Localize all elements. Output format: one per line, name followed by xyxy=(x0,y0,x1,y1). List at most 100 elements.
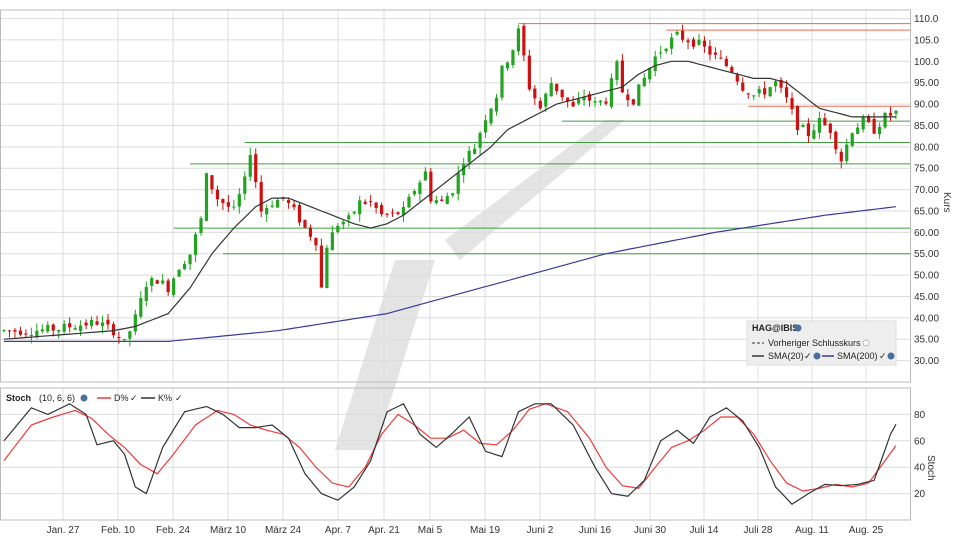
settings-icon[interactable] xyxy=(794,324,802,332)
candle-body xyxy=(702,40,707,47)
candle-body xyxy=(609,78,614,107)
d-check-icon[interactable]: ✓ xyxy=(130,393,138,403)
candle-body xyxy=(768,87,772,97)
candle-body xyxy=(648,67,652,80)
candle-body xyxy=(243,176,247,194)
candle-body xyxy=(478,133,482,148)
candle-body xyxy=(232,206,236,208)
date-tick-label: Juni 2 xyxy=(527,525,554,536)
k-check-icon[interactable]: ✓ xyxy=(175,393,183,403)
candle-body xyxy=(2,330,6,332)
candle-body xyxy=(795,106,800,131)
candle-body xyxy=(276,200,280,208)
stoch-tick-label: 20 xyxy=(914,489,926,500)
candle-body xyxy=(456,173,460,194)
candle-body xyxy=(538,100,542,109)
candle-body xyxy=(412,191,417,195)
legend-box: HAG@IBIS Vorheriger Schlusskurs SMA(20) … xyxy=(746,320,897,366)
sma200-settings-icon[interactable] xyxy=(887,352,895,360)
price-tick-label: 85.00 xyxy=(914,121,939,132)
candle-body xyxy=(555,83,559,92)
candle-body xyxy=(199,218,203,233)
candle-body xyxy=(155,280,159,284)
date-tick-label: Aug. 25 xyxy=(849,525,884,536)
candle-body xyxy=(358,200,362,215)
candle-body xyxy=(888,112,893,116)
stoch-settings-icon[interactable] xyxy=(80,394,88,402)
candle-body xyxy=(593,101,597,103)
candle-body xyxy=(877,126,882,135)
candle-body xyxy=(598,100,603,103)
stoch-axis-label: Stoch xyxy=(925,455,936,481)
candle-body xyxy=(691,39,696,47)
legend-title: HAG@IBIS xyxy=(752,323,798,333)
candle-body xyxy=(188,254,192,265)
candle-body xyxy=(259,182,263,212)
candle-body xyxy=(270,205,274,207)
candle-body xyxy=(445,196,449,205)
candle-body xyxy=(379,205,384,215)
date-tick-label: Juli 14 xyxy=(690,525,719,536)
price-tick-label: 110.0 xyxy=(914,14,939,25)
candle-body xyxy=(544,93,548,107)
candle-body xyxy=(7,330,12,332)
candle-body xyxy=(522,25,526,56)
candle-body xyxy=(166,280,170,293)
stoch-d-line xyxy=(3,403,897,492)
candle-body xyxy=(13,330,17,332)
sma20-line-group xyxy=(3,60,896,340)
price-tick-label: 30.00 xyxy=(914,356,939,367)
sma20-settings-icon[interactable] xyxy=(813,352,821,360)
candle-body xyxy=(286,200,291,204)
price-tick-label: 55.00 xyxy=(914,249,939,260)
candle-body xyxy=(680,30,685,40)
candle-body xyxy=(133,314,137,332)
date-tick-label: Mai 19 xyxy=(470,525,500,536)
candle-body xyxy=(719,57,723,59)
candle-body xyxy=(117,336,121,339)
candle-body xyxy=(894,110,898,114)
candle-body xyxy=(473,148,477,154)
stoch-header: Stoch (10, 6, 6) D% ✓ K% ✓ xyxy=(6,393,183,403)
price-tick-label: 50.00 xyxy=(914,271,939,282)
candle-body xyxy=(823,118,827,126)
candle-body xyxy=(861,116,865,130)
candle-body xyxy=(856,127,860,134)
candle-body xyxy=(686,40,690,43)
candle-body xyxy=(172,278,176,295)
stoch-params: (10, 6, 6) xyxy=(39,393,75,403)
candle-body xyxy=(18,330,23,335)
chart-canvas: 110.0 105.0 100.0 95.00 90.00 85.00 80.00 75.00… xyxy=(0,9,952,536)
stoch-tick-label: 40 xyxy=(914,463,926,474)
candle-body xyxy=(724,58,728,67)
candle-body xyxy=(735,74,739,82)
candle-body xyxy=(483,120,488,133)
toggle-dot-icon[interactable] xyxy=(862,339,870,347)
candle-body xyxy=(193,234,198,255)
candle-body xyxy=(653,56,657,71)
candle-body xyxy=(336,225,340,233)
candle-body xyxy=(801,125,805,128)
candle-body xyxy=(84,322,88,326)
candle-body xyxy=(418,182,422,194)
candle-body xyxy=(390,212,395,214)
candle-body xyxy=(834,131,838,150)
candle-body xyxy=(664,48,668,52)
date-tick-label: Feb. 10 xyxy=(101,525,135,536)
candle-body xyxy=(46,324,50,332)
candle-body xyxy=(363,201,367,204)
candle-body xyxy=(385,213,389,215)
candle-body xyxy=(89,319,94,326)
candle-body xyxy=(297,205,302,223)
sma20-check-icon[interactable]: ✓ xyxy=(804,351,812,361)
candle-body xyxy=(144,286,148,302)
candle-body xyxy=(812,130,816,139)
candle-body xyxy=(757,89,761,94)
stoch-k-line xyxy=(3,403,897,505)
stock-chart: 110.0 105.0 100.0 95.00 90.00 85.00 80.00 75.00… xyxy=(0,0,960,545)
candle-body xyxy=(511,50,515,66)
candle-body xyxy=(314,237,318,246)
candle-body xyxy=(128,331,132,339)
candle-body xyxy=(347,215,351,220)
sma200-check-icon[interactable]: ✓ xyxy=(879,351,887,361)
